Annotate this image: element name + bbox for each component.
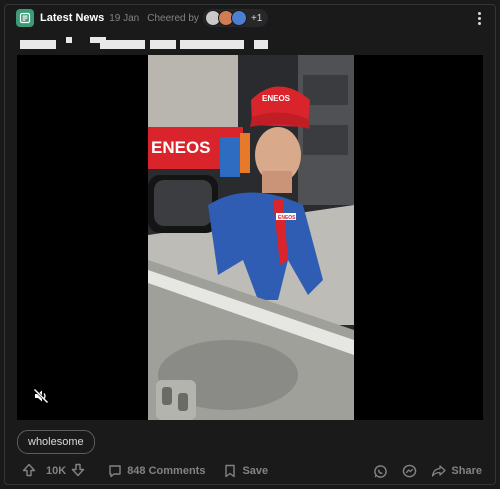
upvote-icon[interactable]: [22, 463, 41, 480]
share-button[interactable]: Share: [431, 464, 482, 478]
share-label: Share: [451, 465, 482, 477]
cheered-more-count: +1: [250, 12, 263, 24]
post-flair[interactable]: wholesome: [17, 430, 95, 454]
eneos-cap-text: ENEOS: [262, 94, 291, 103]
post-actions-bar: 10K 848 Comments Save Share: [22, 461, 482, 481]
cheered-avatars[interactable]: +1: [202, 9, 269, 27]
eneos-sign-text: ENEOS: [151, 138, 211, 157]
cheered-by-label: Cheered by: [147, 12, 199, 24]
post-date: 19 Jan: [109, 12, 140, 24]
subreddit-name[interactable]: Latest News: [40, 12, 104, 24]
mute-icon[interactable]: [33, 388, 49, 404]
comments-label: 848 Comments: [127, 465, 206, 477]
whatsapp-icon[interactable]: [373, 464, 388, 479]
more-options-icon[interactable]: [478, 12, 482, 27]
downvote-icon[interactable]: [71, 463, 90, 480]
post-header: Latest News 19 Jan Cheered by +1: [16, 9, 484, 27]
save-label: Save: [242, 465, 269, 477]
avatar: [230, 10, 247, 26]
messenger-icon[interactable]: [402, 464, 417, 479]
share-icon: [432, 465, 447, 477]
bookmark-icon: [225, 464, 236, 478]
video-frame[interactable]: ENEOS ENEOS ENEOS: [148, 55, 354, 420]
vote-count: 10K: [46, 465, 67, 477]
vote-control: 10K: [22, 463, 90, 480]
comment-icon: [109, 465, 121, 478]
redacted-title: [20, 36, 268, 50]
eneos-badge-text: ENEOS: [278, 215, 296, 221]
save-button[interactable]: Save: [223, 464, 268, 478]
comments-button[interactable]: 848 Comments: [108, 464, 205, 478]
subreddit-icon[interactable]: [16, 9, 34, 27]
